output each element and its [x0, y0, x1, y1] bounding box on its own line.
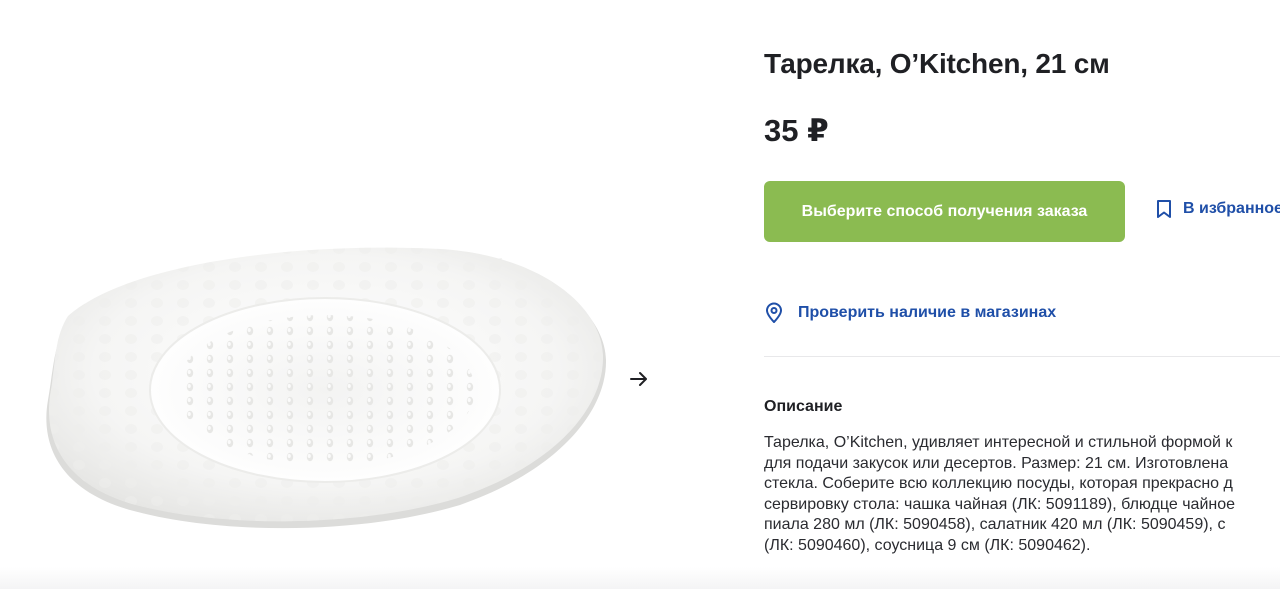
favorites-label: В избранное — [1183, 200, 1280, 217]
description-line: сервировку стола: чашка чайная (ЛК: 5091… — [764, 495, 1236, 513]
plate-image — [46, 247, 607, 529]
choose-delivery-button[interactable]: Выберите способ получения заказа — [764, 181, 1125, 242]
location-pin-icon — [766, 302, 782, 323]
product-info: Тарелка, O’Kitchen, 21 см 35 ₽ Выберите … — [764, 0, 1280, 589]
description-line: (ЛК: 5090460), соусница 9 см (ЛК: 509046… — [764, 536, 1091, 554]
add-to-favorites-button[interactable]: В избранное — [1155, 199, 1280, 219]
description-heading: Описание — [764, 398, 843, 415]
section-divider — [764, 356, 1280, 357]
bottom-shadow — [0, 567, 1280, 589]
product-image — [40, 240, 620, 545]
description-line: стекла. Соберите всю коллекцию посуды, к… — [764, 475, 1233, 493]
check-availability-link[interactable]: Проверить наличие в магазинах — [764, 302, 1056, 324]
product-title: Тарелка, O’Kitchen, 21 см — [764, 48, 1110, 79]
description-line: для подачи закусок или десертов. Размер:… — [764, 454, 1229, 472]
description-line: пиала 280 мл (ЛК: 5090458), салатник 420… — [764, 516, 1226, 534]
product-gallery — [0, 0, 700, 589]
arrow-right-icon — [630, 372, 647, 386]
description-line: Тарелка, O’Kitchen, удивляет интересной … — [764, 434, 1233, 451]
next-image-button[interactable] — [612, 352, 666, 406]
bookmark-icon — [1157, 200, 1171, 218]
description-text: Тарелка, O’Kitchen, удивляет интересной … — [764, 433, 1235, 557]
availability-label: Проверить наличие в магазинах — [798, 304, 1057, 321]
product-price: 35 ₽ — [764, 113, 829, 148]
